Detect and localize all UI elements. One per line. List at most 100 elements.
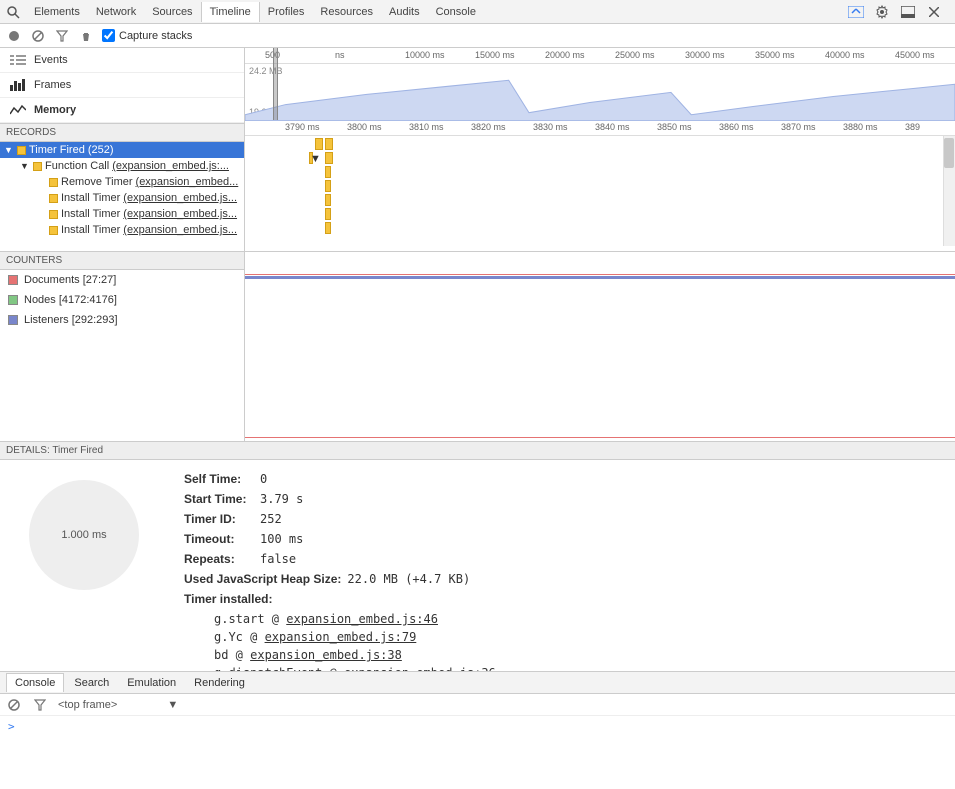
drawer-tab-console[interactable]: Console [6, 673, 64, 692]
frame-selector[interactable]: <top frame> ▼ [58, 699, 178, 711]
counters-header: COUNTERS [0, 252, 244, 270]
flame-tick: 3870 ms [781, 122, 816, 132]
overview-tick: 10000 ms [405, 50, 445, 60]
flame-scrollbar[interactable] [943, 136, 955, 246]
flame-bar[interactable] [325, 194, 331, 206]
settings-icon[interactable] [873, 3, 891, 21]
record-row[interactable]: ▼Function Call (expansion_embed.js:... [0, 158, 244, 174]
details-properties: Self Time:0Start Time:3.79 sTimer ID:252… [184, 470, 941, 661]
panel-tab-network[interactable]: Network [88, 2, 144, 22]
panel-tab-timeline[interactable]: Timeline [201, 2, 260, 22]
record-source-link[interactable]: (expansion_embed.js... [123, 208, 237, 220]
flame-time-ruler[interactable]: 3790 ms3800 ms3810 ms3820 ms3830 ms3840 … [245, 120, 955, 136]
drawer-tab-emulation[interactable]: Emulation [119, 674, 184, 692]
counter-swatch [8, 295, 18, 305]
record-row[interactable]: Install Timer (expansion_embed.js... [0, 206, 244, 222]
record-swatch [17, 146, 26, 155]
timeline-sidebar: EventsFramesMemory RECORDS ▼Timer Fired … [0, 48, 245, 251]
stack-source-link[interactable]: expansion_embed.js:79 [265, 630, 417, 644]
flame-tick: 3880 ms [843, 122, 878, 132]
stack-frame: g.start @ expansion_embed.js:46 [184, 610, 941, 628]
record-swatch [49, 178, 58, 187]
flame-bar[interactable] [325, 166, 331, 178]
overview-panel: 500ns10000 ms15000 ms20000 ms25000 ms300… [245, 48, 955, 251]
memory-overview-chart[interactable]: 24.2 MB 19.0 MB [245, 64, 955, 120]
frame-label: <top frame> [58, 699, 117, 711]
counter-item[interactable]: Documents [27:27] [0, 270, 244, 290]
flame-tick: 3790 ms [285, 122, 320, 132]
counter-swatch [8, 275, 18, 285]
pie-total: 1.000 ms [29, 480, 139, 590]
capture-stacks-checkbox[interactable]: Capture stacks [102, 29, 192, 42]
stack-source-link[interactable]: expansion_embed.js:36 [344, 666, 496, 671]
detail-property: Repeats:false [184, 550, 941, 568]
counter-item[interactable]: Nodes [4172:4176] [0, 290, 244, 310]
clear-icon[interactable] [30, 28, 46, 44]
record-source-link[interactable]: (expansion_embed.js:... [112, 160, 229, 172]
console-prompt[interactable]: > [0, 716, 955, 737]
disclosure-icon[interactable]: ▼ [20, 161, 30, 171]
flame-bar[interactable] [325, 138, 333, 150]
stack-frame: bd @ expansion_embed.js:38 [184, 646, 941, 664]
record-icon[interactable] [6, 28, 22, 44]
console-toolbar: <top frame> ▼ [0, 694, 955, 716]
detail-property: Timeout:100 ms [184, 530, 941, 548]
record-row[interactable]: Remove Timer (expansion_embed... [0, 174, 244, 190]
dock-icon[interactable] [899, 3, 917, 21]
flame-disclosure[interactable]: ▼ [309, 152, 313, 164]
stack-source-link[interactable]: expansion_embed.js:38 [250, 648, 402, 662]
flame-bar[interactable] [325, 208, 331, 220]
overview-tick: 20000 ms [545, 50, 585, 60]
record-row[interactable]: Install Timer (expansion_embed.js... [0, 190, 244, 206]
drawer-tab-search[interactable]: Search [66, 674, 117, 692]
panel-tab-audits[interactable]: Audits [381, 2, 428, 22]
overview-tick: 40000 ms [825, 50, 865, 60]
capture-stacks-input[interactable] [102, 29, 115, 42]
overview-tick: ns [335, 50, 345, 60]
search-icon[interactable] [4, 3, 22, 21]
record-source-link[interactable]: (expansion_embed.js... [123, 224, 237, 236]
flame-scrollbar-thumb[interactable] [944, 138, 954, 168]
details-pie-chart: 1.000 ms [14, 470, 154, 661]
panel-tab-console[interactable]: Console [428, 2, 484, 22]
details-header: DETAILS: Timer Fired [0, 442, 955, 460]
filter-icon[interactable] [54, 28, 70, 44]
overview-selection[interactable] [273, 48, 278, 120]
view-mode-events[interactable]: Events [0, 48, 244, 73]
drawer-tab-rendering[interactable]: Rendering [186, 674, 253, 692]
panel-tab-elements[interactable]: Elements [26, 2, 88, 22]
console-filter-icon[interactable] [32, 697, 48, 713]
memory-icon [10, 104, 26, 116]
stack-frame: g.Yc @ expansion_embed.js:79 [184, 628, 941, 646]
flame-bar[interactable] [325, 222, 331, 234]
clear-console-icon[interactable] [6, 697, 22, 713]
panel-tab-profiles[interactable]: Profiles [260, 2, 313, 22]
gc-icon[interactable] [78, 28, 94, 44]
record-source-link[interactable]: (expansion_embed.js... [123, 192, 237, 204]
overview-tick: 25000 ms [615, 50, 655, 60]
panel-tab-resources[interactable]: Resources [312, 2, 381, 22]
record-row[interactable]: Install Timer (expansion_embed.js... [0, 222, 244, 238]
close-icon[interactable] [925, 3, 943, 21]
flame-chart[interactable]: ▼ [245, 136, 955, 246]
record-row[interactable]: ▼Timer Fired (252) [0, 142, 244, 158]
counters-chart[interactable] [245, 252, 955, 441]
stack-source-link[interactable]: expansion_embed.js:46 [286, 612, 438, 626]
flame-bar[interactable] [325, 180, 331, 192]
record-swatch [33, 162, 42, 171]
counter-item[interactable]: Listeners [292:293] [0, 310, 244, 330]
flame-tick: 3830 ms [533, 122, 568, 132]
toggle-drawer-icon[interactable] [847, 3, 865, 21]
flame-bar[interactable] [325, 152, 333, 164]
view-mode-memory[interactable]: Memory [0, 98, 244, 123]
records-tree: ▼Timer Fired (252)▼Function Call (expans… [0, 142, 244, 251]
record-source-link[interactable]: (expansion_embed... [136, 176, 239, 188]
view-mode-frames[interactable]: Frames [0, 73, 244, 98]
overview-time-ruler[interactable]: 500ns10000 ms15000 ms20000 ms25000 ms300… [245, 48, 955, 64]
events-icon [10, 54, 26, 66]
flame-bar[interactable] [315, 138, 323, 150]
overview-tick: 45000 ms [895, 50, 935, 60]
flame-tick: 3810 ms [409, 122, 444, 132]
panel-tab-sources[interactable]: Sources [144, 2, 200, 22]
disclosure-icon[interactable]: ▼ [4, 145, 14, 155]
